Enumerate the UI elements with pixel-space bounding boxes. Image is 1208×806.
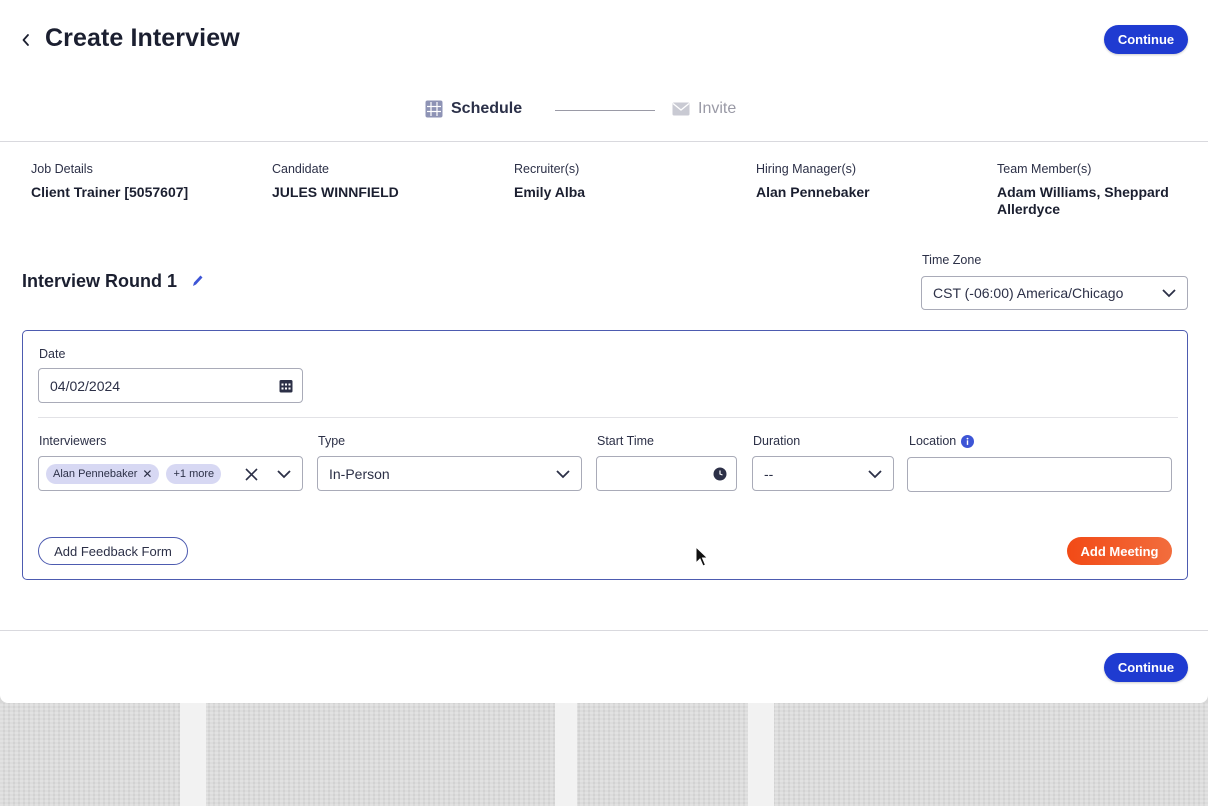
detail-label: Team Member(s): [997, 162, 1092, 176]
detail-label: Candidate: [272, 162, 329, 176]
continue-button-bottom[interactable]: Continue: [1104, 653, 1188, 682]
chevron-down-icon: [1162, 289, 1176, 298]
detail-label: Hiring Manager(s): [756, 162, 857, 176]
step-invite-label: Invite: [698, 100, 737, 117]
add-meeting-button[interactable]: Add Meeting: [1067, 537, 1172, 565]
start-time-field[interactable]: [596, 456, 737, 491]
chevron-down-icon[interactable]: [276, 469, 292, 479]
back-chevron-icon[interactable]: [16, 28, 36, 52]
duration-label: Duration: [753, 434, 801, 448]
step-schedule[interactable]: Schedule: [425, 100, 522, 118]
date-value: 04/02/2024: [50, 377, 121, 394]
interviewers-label: Interviewers: [39, 434, 107, 448]
create-interview-modal: Create Interview Continue Schedule Invit…: [0, 0, 1208, 703]
detail-value: Adam Williams, Sheppard Allerdyce: [997, 184, 1169, 217]
detail-label: Recruiter(s): [514, 162, 580, 176]
card-divider: [38, 417, 1178, 418]
timezone-label: Time Zone: [922, 253, 982, 267]
chevron-down-icon: [556, 469, 570, 478]
duration-value: --: [764, 465, 774, 482]
mouse-cursor-icon: [695, 546, 709, 567]
date-label: Date: [39, 347, 66, 361]
interviewer-chip: Alan Pennebaker ✕: [46, 463, 160, 484]
type-label: Type: [318, 434, 346, 448]
modal-header: Create Interview Continue: [0, 0, 1208, 80]
timezone-value: CST (-06:00) America/Chicago: [933, 285, 1124, 301]
step-invite[interactable]: Invite: [672, 100, 736, 118]
detail-hiring-manager: Hiring Manager(s) Alan Pennebaker: [756, 162, 956, 201]
envelope-icon: [672, 102, 690, 116]
more-chip[interactable]: +1 more: [166, 463, 222, 484]
date-field[interactable]: 04/02/2024: [38, 368, 303, 403]
calendar-icon[interactable]: [279, 379, 293, 393]
detail-value: Alan Pennebaker: [756, 184, 870, 200]
detail-recruiter: Recruiter(s) Emily Alba: [514, 162, 714, 201]
continue-button-top[interactable]: Continue: [1104, 25, 1188, 54]
edit-pencil-icon[interactable]: [190, 273, 204, 289]
location-field[interactable]: [907, 457, 1172, 492]
clear-icon[interactable]: [244, 467, 259, 482]
location-label: Location: [909, 434, 957, 448]
detail-job: Job Details Client Trainer [5057607]: [31, 162, 231, 201]
page-title: Create Interview: [45, 24, 240, 52]
calendar-grid-icon: [425, 100, 443, 118]
info-icon[interactable]: [961, 434, 975, 448]
footer-divider: [0, 630, 1208, 631]
detail-team-members: Team Member(s) Adam Williams, Sheppard A…: [997, 162, 1192, 218]
interviewers-multiselect[interactable]: Alan Pennebaker ✕ +1 more: [38, 456, 303, 491]
chevron-down-icon: [868, 469, 882, 478]
stepper: Schedule Invite: [0, 82, 1208, 142]
type-select[interactable]: In-Person: [317, 456, 582, 491]
remove-chip-icon[interactable]: ✕: [142, 467, 152, 481]
duration-select[interactable]: --: [752, 456, 894, 491]
backdrop-gap: [180, 703, 206, 806]
clock-icon[interactable]: [713, 467, 727, 481]
interview-round-card: Date 04/02/2024 Interviewers Alan Penneb…: [22, 330, 1188, 580]
backdrop-gap: [748, 703, 774, 806]
timezone-select[interactable]: CST (-06:00) America/Chicago: [921, 276, 1188, 310]
interviewer-chip-label: Alan Pennebaker: [53, 467, 138, 480]
type-value: In-Person: [329, 465, 390, 482]
start-time-label: Start Time: [597, 434, 654, 448]
detail-candidate: Candidate JULES WINNFIELD: [272, 162, 472, 201]
backdrop-gap: [555, 703, 577, 806]
detail-value: Client Trainer [5057607]: [31, 184, 189, 200]
detail-value: JULES WINNFIELD: [272, 184, 399, 200]
detail-label: Job Details: [31, 162, 93, 176]
step-schedule-label: Schedule: [451, 100, 523, 117]
step-connector: [555, 110, 655, 111]
add-feedback-form-button[interactable]: Add Feedback Form: [38, 537, 188, 565]
detail-value: Emily Alba: [514, 184, 586, 200]
interview-round-title: Interview Round 1: [22, 271, 178, 291]
location-label-group: Location: [909, 434, 975, 448]
